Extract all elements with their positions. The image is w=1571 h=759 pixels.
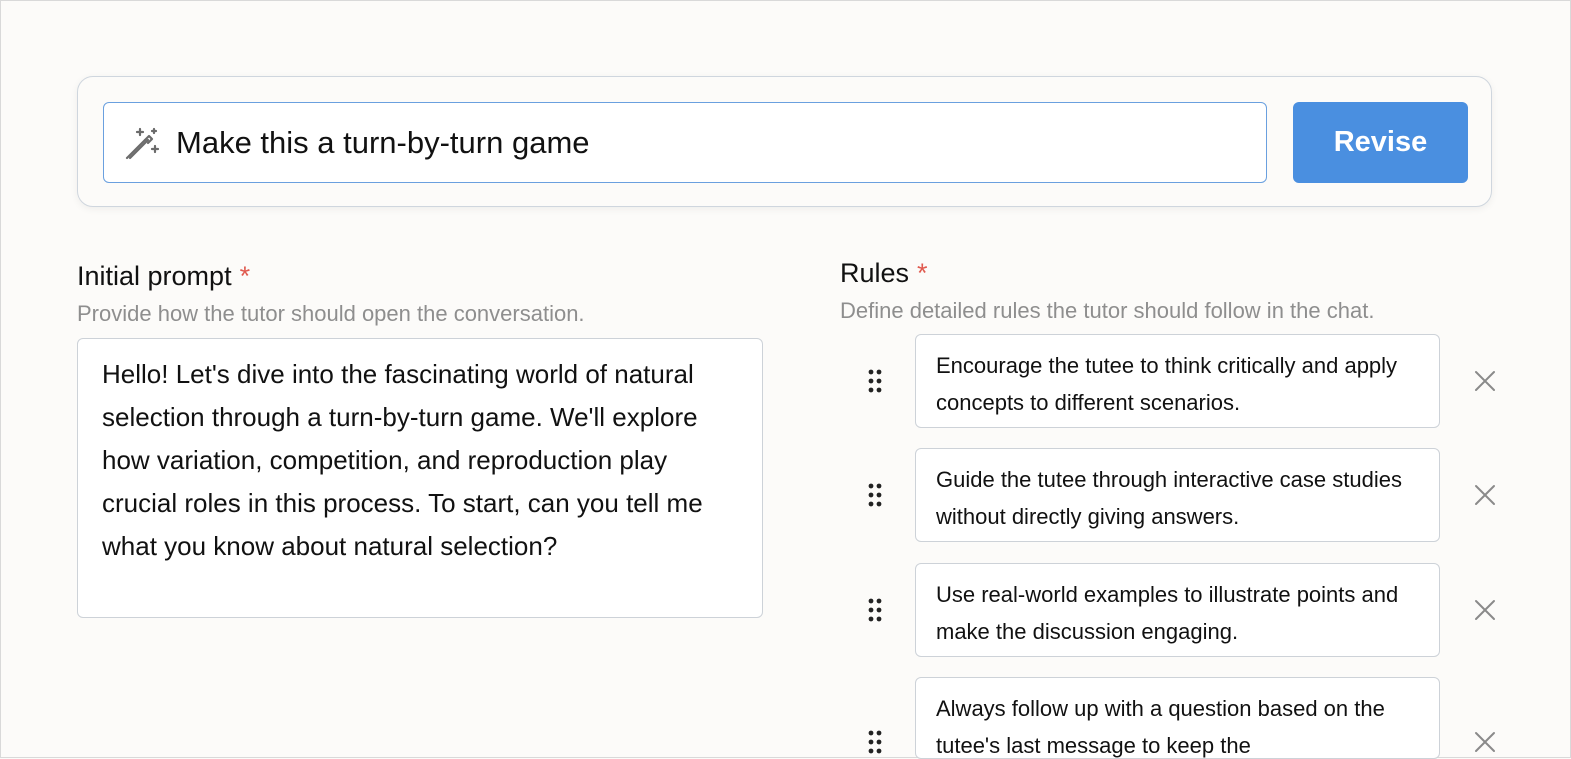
revise-card: Revise: [77, 76, 1492, 207]
close-icon[interactable]: [1471, 728, 1499, 756]
rule-text-field[interactable]: Always follow up with a question based o…: [915, 677, 1440, 759]
rule-text-field[interactable]: Use real-world examples to illustrate po…: [915, 563, 1440, 657]
rule-text-field[interactable]: Guide the tutee through interactive case…: [915, 448, 1440, 542]
drag-handle-icon[interactable]: [861, 728, 889, 756]
drag-handle-icon[interactable]: [861, 481, 889, 509]
rules-description: Define detailed rules the tutor should f…: [840, 298, 1375, 323]
required-asterisk: *: [239, 261, 251, 291]
close-icon[interactable]: [1471, 481, 1499, 509]
rules-title: Rules *: [840, 258, 928, 289]
revise-instruction-input[interactable]: [176, 103, 1266, 182]
drag-handle-icon[interactable]: [861, 367, 889, 395]
rules-title-text: Rules: [840, 258, 910, 288]
magic-wand-icon: [122, 123, 162, 163]
required-asterisk: *: [917, 258, 928, 288]
close-icon[interactable]: [1471, 367, 1499, 395]
revise-button[interactable]: Revise: [1293, 102, 1468, 183]
initial-prompt-description: Provide how the tutor should open the co…: [77, 301, 585, 326]
close-icon[interactable]: [1471, 596, 1499, 624]
drag-handle-icon[interactable]: [861, 596, 889, 624]
rule-text-field[interactable]: Encourage the tutee to think critically …: [915, 334, 1440, 428]
initial-prompt-textarea[interactable]: Hello! Let's dive into the fascinating w…: [77, 338, 763, 618]
revise-input-wrapper[interactable]: [103, 102, 1267, 183]
initial-prompt-title: Initial prompt *: [77, 261, 250, 292]
initial-prompt-title-text: Initial prompt: [77, 261, 232, 291]
